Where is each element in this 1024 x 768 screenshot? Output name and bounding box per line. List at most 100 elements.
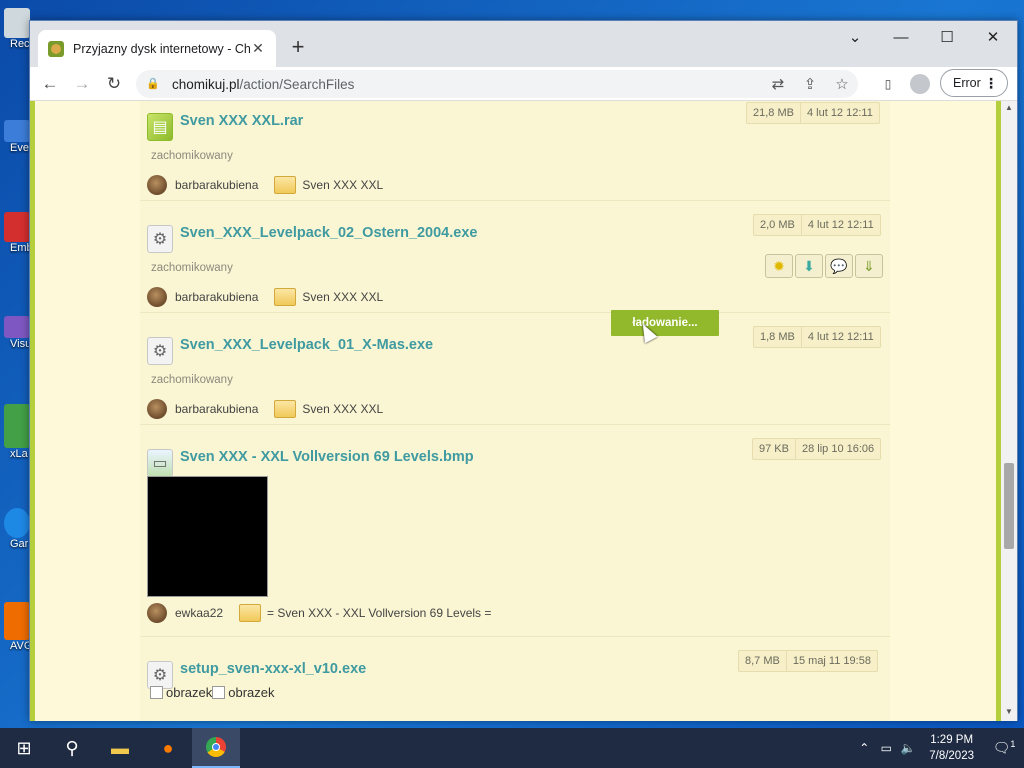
image-file-icon: ▭: [147, 449, 173, 477]
file-name-link[interactable]: Sven_XXX_Levelpack_01_X-Mas.exe: [180, 337, 433, 353]
desktop-icon-xla[interactable]: xLa: [0, 404, 30, 460]
tab-strip: Przyjazny dysk internetowy - Chomikuj.pl…: [30, 21, 1017, 67]
minimize-button[interactable]: —: [878, 21, 924, 53]
status-tag: zachomikowany: [151, 374, 233, 386]
hamster-avatar-icon: [147, 287, 167, 307]
start-windows-icon[interactable]: ⊞: [0, 728, 48, 768]
file-meta: 8,7 MB 15 maj 11 19:58: [738, 650, 878, 672]
broken-images: obrazek obrazek: [150, 685, 275, 700]
exe-gear-icon: ⚙: [147, 337, 173, 365]
tab-close-icon[interactable]: ✕: [250, 40, 266, 57]
hamster-avatar-icon: [147, 603, 167, 623]
search-results-list: ▤ Sven XXX XXL.rar 21,8 MB 4 lut 12 12:1…: [140, 101, 890, 721]
sun-icon[interactable]: ✹: [765, 254, 793, 278]
error-profile-button[interactable]: Error ⋮: [940, 69, 1008, 97]
folder-link[interactable]: Sven XXX XXL: [302, 402, 383, 416]
close-window-button[interactable]: ✕: [970, 21, 1016, 53]
forward-button[interactable]: →: [66, 70, 98, 98]
desktop-icon-visual[interactable]: Visu: [0, 316, 30, 350]
owner-link[interactable]: ewkaa22: [175, 606, 223, 620]
owner-link[interactable]: barbarakubiena: [175, 402, 258, 416]
reload-button[interactable]: ↻: [98, 70, 130, 98]
scroll-up-icon[interactable]: ▲: [1001, 103, 1017, 112]
save-to-chomik-icon[interactable]: ⇓: [855, 254, 883, 278]
new-tab-button[interactable]: +: [286, 34, 310, 60]
owner-link[interactable]: barbarakubiena: [175, 290, 258, 304]
menu-kebab-icon[interactable]: ⋮: [984, 74, 998, 92]
result-item: ⚙ setup_sven-xxx-xl_v10.exe 8,7 MB 15 ma…: [140, 637, 890, 721]
shortcut-icon: [4, 508, 30, 538]
status-tag: zachomikowany: [151, 150, 233, 162]
tab-search-icon[interactable]: ⌄: [832, 21, 878, 53]
comment-bubble-icon[interactable]: 💬: [825, 254, 853, 278]
clock[interactable]: 1:29 PM 7/8/2023: [919, 732, 984, 764]
owner-link[interactable]: barbarakubiena: [175, 178, 258, 192]
file-name-link[interactable]: Sven XXX - XXL Vollversion 69 Levels.bmp: [180, 449, 474, 465]
broken-image: obrazek: [212, 685, 274, 700]
file-size: 97 KB: [759, 443, 789, 455]
image-thumbnail[interactable]: [147, 476, 268, 597]
owner-row: barbarakubiena Sven XXX XXL: [147, 175, 383, 195]
scroll-down-icon[interactable]: ▼: [1001, 707, 1017, 716]
file-date: 15 maj 11 19:58: [785, 651, 877, 671]
firefox-icon[interactable]: ●: [144, 728, 192, 768]
file-size: 1,8 MB: [760, 331, 795, 343]
folder-link[interactable]: Sven XXX XXL: [302, 178, 383, 192]
desktop-icon-avg[interactable]: AVG: [0, 602, 30, 652]
search-icon[interactable]: ⚲: [48, 728, 96, 768]
network-icon[interactable]: ▭: [875, 741, 897, 755]
file-date: 4 lut 12 12:11: [800, 327, 880, 347]
file-name-link[interactable]: Sven_XXX_Levelpack_02_Ostern_2004.exe: [180, 225, 477, 241]
share-icon[interactable]: ⇪: [794, 75, 826, 93]
desktop-icon-gar[interactable]: Gar: [0, 508, 30, 550]
owner-row: ewkaa22 = Sven XXX - XXL Vollversion 69 …: [147, 603, 491, 623]
desktop-icon-eve[interactable]: Eve: [0, 120, 30, 154]
folder-icon: [239, 604, 262, 622]
chrome-icon[interactable]: [192, 728, 240, 768]
page-viewport: ▤ Sven XXX XXL.rar 21,8 MB 4 lut 12 12:1…: [30, 101, 1017, 721]
hamster-avatar-icon: [147, 175, 167, 195]
broken-image: obrazek: [150, 685, 212, 700]
desktop-icon-emb[interactable]: Emb De: [0, 212, 30, 254]
file-meta: 1,8 MB 4 lut 12 12:11: [753, 326, 881, 348]
shortcut-icon: [4, 212, 30, 242]
address-bar[interactable]: 🔒 chomikuj.pl/action/SearchFiles ⇄ ⇪ ☆: [136, 70, 858, 98]
file-name-link[interactable]: Sven XXX XXL.rar: [180, 113, 303, 129]
hamster-avatar-icon: [147, 399, 167, 419]
browser-window: Przyjazny dysk internetowy - Chomikuj.pl…: [29, 20, 1018, 721]
chomikuj-favicon-icon: [48, 40, 64, 57]
url-text: chomikuj.pl/action/SearchFiles: [172, 77, 762, 92]
recycle-bin-icon: [4, 8, 30, 38]
browser-toolbar: ← → ↻ 🔒 chomikuj.pl/action/SearchFiles ⇄…: [30, 67, 1017, 101]
system-tray: ⌃ ▭ 🔈 1:29 PM 7/8/2023 🗨1: [853, 728, 1024, 768]
folder-link[interactable]: = Sven XXX - XXL Vollversion 69 Levels =: [267, 606, 491, 620]
download-arrow-icon[interactable]: ⬇: [795, 254, 823, 278]
page-border-left: [30, 101, 35, 721]
bookmark-star-icon[interactable]: ☆: [826, 75, 858, 93]
chevron-up-icon[interactable]: ⌃: [853, 741, 875, 755]
translate-icon[interactable]: ⇄: [762, 75, 794, 93]
file-actions: ✹ ⬇ 💬 ⇓: [765, 254, 883, 278]
notifications-icon[interactable]: 🗨1: [984, 739, 1024, 757]
scrollbar-thumb[interactable]: [1004, 463, 1014, 549]
folder-link[interactable]: Sven XXX XXL: [302, 290, 383, 304]
side-panel-icon[interactable]: ▯: [876, 70, 900, 98]
maximize-button[interactable]: ☐: [924, 21, 970, 53]
file-name-link[interactable]: setup_sven-xxx-xl_v10.exe: [180, 661, 366, 677]
folder-icon: [274, 400, 297, 418]
url-path: /action/SearchFiles: [239, 76, 355, 92]
vertical-scrollbar[interactable]: ▲ ▼: [1001, 101, 1017, 721]
profile-avatar-icon[interactable]: [908, 70, 932, 98]
volume-icon[interactable]: 🔈: [897, 741, 919, 755]
file-explorer-icon[interactable]: ▬: [96, 728, 144, 768]
rar-file-icon: ▤: [147, 113, 173, 141]
tab-title: Przyjazny dysk internetowy - Chomikuj.pl: [73, 41, 250, 56]
folder-icon: [274, 176, 297, 194]
desktop-icon-recycle-bin[interactable]: Rec: [0, 8, 30, 50]
tab-chomikuj[interactable]: Przyjazny dysk internetowy - Chomikuj.pl…: [38, 30, 276, 67]
clock-date: 7/8/2023: [929, 750, 974, 762]
notification-count: 1: [1010, 739, 1016, 750]
status-tag: zachomikowany: [151, 262, 233, 274]
back-button[interactable]: ←: [34, 70, 66, 98]
result-item: ⚙ Sven_XXX_Levelpack_01_X-Mas.exe 1,8 MB…: [140, 313, 890, 425]
